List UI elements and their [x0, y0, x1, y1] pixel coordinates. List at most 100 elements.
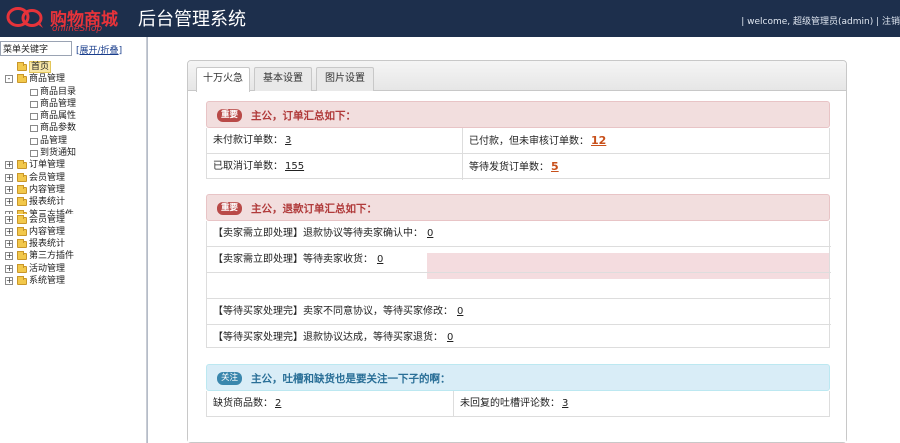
- menu-folder-item[interactable]: + 报表统计: [0, 196, 147, 208]
- menu-child-item[interactable]: 品管理: [0, 135, 147, 147]
- expand-toggle-icon[interactable]: +: [5, 198, 13, 207]
- menu-item-home[interactable]: 首页: [0, 61, 147, 73]
- unreplied-comments-link[interactable]: 3: [562, 398, 568, 409]
- folder-icon: [17, 197, 27, 207]
- menu-item-label: 商品目录: [40, 86, 77, 97]
- folder-icon: [17, 172, 27, 182]
- menu-folder-item[interactable]: + 活动管理: [0, 263, 147, 275]
- expand-toggle-icon[interactable]: +: [5, 252, 13, 261]
- out-of-stock-cell: 缺货商品数： 2: [207, 391, 454, 417]
- refund-confirm-link[interactable]: 0: [427, 228, 433, 239]
- attention-header: 关注 主公，吐槽和缺货也是要关注一下子的啊：: [206, 364, 830, 391]
- expand-toggle-icon[interactable]: +: [5, 173, 13, 182]
- unpaid-orders-cell: 未付款订单数： 3: [207, 128, 463, 154]
- menu-folder-item[interactable]: + 会员管理: [0, 172, 147, 184]
- menu-item-label: 商品管理: [40, 98, 77, 109]
- refund-row-blank: [207, 273, 829, 298]
- tab-content: 重要 主公，订单汇总如下： 未付款订单数： 3 已付款，但未审核订单数： 12 已取…: [188, 92, 846, 442]
- orders-summary-title: 主公，订单汇总如下：: [251, 110, 356, 122]
- folder-icon: [17, 226, 27, 236]
- menu-folder-item[interactable]: + 会员管理: [0, 214, 147, 226]
- menu-item-label: 报表统计: [29, 239, 66, 250]
- menu-item-label: 报表统计: [29, 197, 66, 208]
- important-badge: 重要: [217, 109, 243, 122]
- refund-row-confirm: 【卖家需立即处理】退款协议等待卖家确认中： 0: [213, 228, 434, 239]
- page-icon: [30, 125, 38, 133]
- refunds-summary-header: 重要 主公，退款订单汇总如下：: [206, 194, 830, 221]
- logo[interactable]: 购物商城 onlineShop: [4, 3, 132, 35]
- refund-row-modify: 【等待买家处理完】卖家不同意协议，等待买家修改： 0: [213, 306, 464, 317]
- cancelled-orders-cell: 已取消订单数： 155: [207, 154, 463, 180]
- menu-tree: 首页 - 商品管理 商品目录 商品管理 商品属性 商品参数 品管理 到货通知 + 订单管理 + 会员管理…: [0, 61, 147, 287]
- unpaid-orders-link[interactable]: 3: [285, 135, 291, 146]
- logo-chat-bubble-icon: [6, 7, 43, 28]
- menu-child-item[interactable]: 商品参数: [0, 122, 147, 134]
- logo-text-en: onlineShop: [52, 24, 103, 34]
- orders-summary-table: 未付款订单数： 3 已付款，但未审核订单数： 12 已取消订单数： 155 等待发货订…: [206, 128, 830, 180]
- menu-item-label: 商品属性: [40, 111, 77, 122]
- refund-modify-link[interactable]: 0: [457, 306, 463, 317]
- expand-toggle-icon[interactable]: +: [5, 185, 13, 194]
- menu-folder-item[interactable]: - 商品管理: [0, 73, 147, 85]
- expand-toggle-icon[interactable]: +: [5, 264, 13, 273]
- expand-toggle-icon[interactable]: +: [5, 161, 13, 170]
- folder-icon: [17, 263, 27, 273]
- menu-folder-item[interactable]: + 系统管理: [0, 275, 147, 287]
- system-title: 后台管理系统: [138, 9, 246, 30]
- folder-icon: [17, 62, 27, 71]
- tab-image-settings[interactable]: 图片设置: [316, 67, 374, 91]
- collapse-toggle-icon[interactable]: -: [5, 75, 13, 84]
- refunds-summary-title: 主公，退款订单汇总如下：: [251, 203, 377, 215]
- sidebar-divider: [147, 37, 148, 443]
- folder-icon: [17, 160, 27, 170]
- expand-toggle-icon[interactable]: +: [5, 240, 13, 249]
- menu-child-item[interactable]: 商品属性: [0, 110, 147, 122]
- top-header: 购物商城 onlineShop 后台管理系统 | welcome, 超级管理员(…: [0, 0, 900, 37]
- tab-basic-settings[interactable]: 基本设置: [254, 67, 312, 91]
- orders-summary-header: 重要 主公，订单汇总如下：: [206, 101, 830, 128]
- attention-table: 缺货商品数： 2 未回复的吐槽评论数： 3: [206, 391, 830, 417]
- expand-collapse-link[interactable]: [展开/折叠]: [76, 43, 122, 56]
- menu-item-label: 活动管理: [29, 263, 66, 274]
- paid-unreviewed-orders-cell: 已付款，但未审核订单数： 12: [463, 128, 830, 154]
- menu-folder-item[interactable]: + 内容管理: [0, 184, 147, 196]
- paid-unreviewed-orders-link[interactable]: 12: [591, 134, 606, 147]
- menu-item-label: 会员管理: [29, 214, 66, 225]
- expand-toggle-icon[interactable]: +: [5, 277, 13, 286]
- page-icon: [30, 100, 38, 108]
- menu-item-label: 内容管理: [29, 184, 66, 195]
- refund-receive-link[interactable]: 0: [377, 254, 383, 265]
- cancelled-orders-link[interactable]: 155: [285, 161, 304, 172]
- menu-folder-item[interactable]: + 内容管理: [0, 226, 147, 238]
- page-icon: [30, 113, 38, 121]
- menu-folder-item[interactable]: + 订单管理: [0, 159, 147, 171]
- menu-item-label: 品管理: [40, 135, 68, 146]
- refund-row-receive: 【卖家需立即处理】等待卖家收货： 0: [213, 254, 384, 265]
- menu-child-item[interactable]: 商品管理: [0, 98, 147, 110]
- menu-item-label: 会员管理: [29, 172, 66, 183]
- welcome-user-text[interactable]: | welcome, 超级管理员(admin) | 注销: [741, 14, 900, 27]
- page-icon: [30, 88, 38, 96]
- page-icon: [30, 150, 38, 158]
- sidebar: [展开/折叠] 首页 - 商品管理商品目录商品管理商品属性商品参数品管理到货通知 + 订…: [0, 37, 147, 443]
- awaiting-shipment-orders-link[interactable]: 5: [551, 160, 559, 173]
- expand-toggle-icon[interactable]: +: [5, 227, 13, 236]
- menu-search-input[interactable]: [0, 41, 72, 56]
- refund-return-link[interactable]: 0: [447, 332, 453, 343]
- menu-folder-item[interactable]: + 报表统计: [0, 238, 147, 250]
- menu-child-item[interactable]: 到货通知: [0, 147, 147, 159]
- expand-toggle-icon[interactable]: +: [5, 215, 13, 224]
- out-of-stock-link[interactable]: 2: [275, 398, 281, 409]
- menu-search-row: [展开/折叠]: [0, 41, 147, 57]
- menu-child-item[interactable]: 商品目录: [0, 86, 147, 98]
- attention-badge: 关注: [217, 372, 243, 385]
- tab-urgent[interactable]: 十万火急: [196, 67, 250, 92]
- refunds-summary-table: 【卖家需立即处理】退款协议等待卖家确认中： 0 【卖家需立即处理】等待卖家收货： 0…: [206, 221, 831, 348]
- menu-item-label: 首页: [29, 61, 52, 73]
- menu-item-label: 内容管理: [29, 226, 66, 237]
- folder-icon: [17, 239, 27, 249]
- menu-folder-item[interactable]: + 第三方插件: [0, 250, 147, 262]
- folder-icon: [17, 184, 27, 194]
- menu-item-label: 系统管理: [29, 276, 66, 287]
- menu-item-label: 商品参数: [40, 123, 77, 134]
